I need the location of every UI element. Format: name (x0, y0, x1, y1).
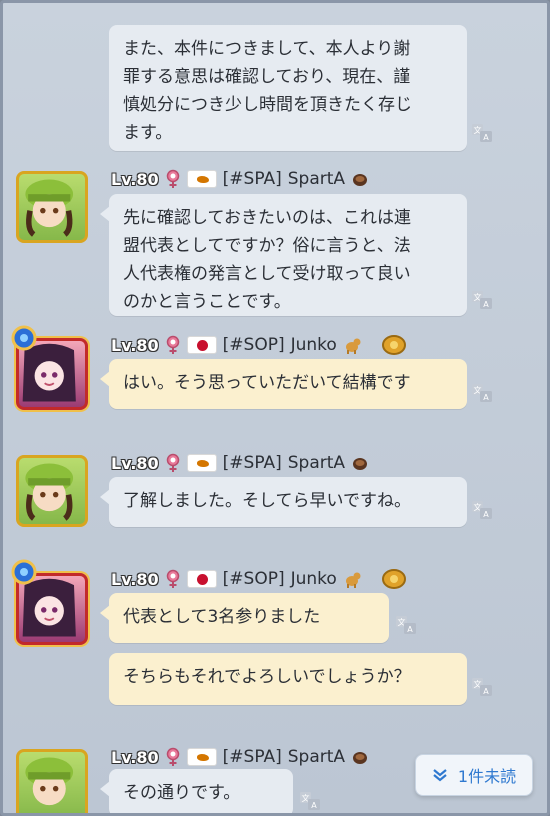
female-icon (165, 335, 181, 355)
avatar[interactable] (16, 455, 88, 527)
level-label: Lv.80 (111, 335, 159, 355)
svg-text:A: A (483, 300, 489, 309)
level-label: Lv.80 (111, 453, 159, 473)
player-name[interactable]: SpartA (288, 747, 345, 767)
message-line: 代表として3名参りました (123, 607, 321, 627)
message-header: Lv.80 [#SOP] Junko (111, 333, 407, 357)
player-name[interactable]: Junko (291, 569, 337, 589)
crest-badge-icon (381, 335, 406, 355)
message-bubble: 了解しました。そしてら早いですね。 (100, 477, 467, 527)
translate-icon[interactable]: 文A (471, 500, 493, 520)
message-line: 盟代表としてですか？俗に言うと、法 (123, 236, 411, 256)
female-icon (165, 169, 181, 189)
message-line: 先に確認しておきたいのは、これは連 (123, 208, 411, 228)
dog-icon (345, 338, 361, 354)
alliance-tag: [#SOP] (222, 569, 285, 589)
svg-text:A: A (483, 393, 489, 402)
message-header: Lv.80 [#SOP] Junko (111, 567, 407, 591)
flag-cyprus-icon (186, 748, 217, 766)
translate-icon[interactable]: 文A (395, 615, 417, 635)
level-label: Lv.80 (111, 169, 159, 189)
alliance-tag: [#SPA] (222, 169, 282, 189)
translate-icon[interactable]: 文A (471, 290, 493, 310)
translate-icon[interactable]: 文A (299, 791, 321, 811)
message-line: その通りです。 (123, 783, 241, 803)
message-line: そちらもそれでよろしいでしょうか？ (123, 667, 411, 687)
avatar-portrait-icon (25, 179, 74, 237)
svg-text:A: A (311, 801, 317, 810)
avatar-portrait-icon (25, 757, 74, 806)
player-name[interactable]: Junko (291, 335, 337, 355)
flag-japan-icon (186, 570, 217, 588)
coffee-icon (353, 752, 368, 764)
coffee-icon (353, 458, 368, 470)
unread-count-label: 1件未読 (457, 767, 517, 786)
crest-badge-icon (381, 569, 406, 589)
translate-icon[interactable]: 文A (471, 383, 493, 403)
coffee-icon (353, 174, 368, 186)
message-line: はい。そう思っていただいて結構です (123, 373, 411, 393)
female-icon (165, 747, 181, 767)
message-bubble: はい。そう思っていただいて結構です (100, 359, 467, 409)
avatar-portrait-icon (22, 578, 76, 637)
dog-icon (345, 572, 361, 588)
message-line: 慎処分につき少し時間を頂きたく存じ (123, 95, 412, 115)
player-name[interactable]: SpartA (288, 169, 345, 189)
level-label: Lv.80 (111, 747, 159, 767)
svg-text:A: A (483, 510, 489, 519)
translate-icon[interactable]: 文A (471, 677, 493, 697)
chat-panel: また、本件につきまして、本人より謝 罪する意思は確認しており、現在、謹 慎処分に… (0, 0, 550, 816)
message-header: Lv.80 [#SPA] SpartA (111, 167, 369, 191)
message-line: 罪する意思は確認しており、現在、謹 (123, 67, 411, 87)
flag-cyprus-icon (186, 454, 217, 472)
message-line: ます。 (123, 123, 173, 143)
avatar[interactable] (16, 749, 88, 813)
avatar-portrait-icon (25, 463, 74, 521)
flag-cyprus-icon (186, 170, 217, 188)
alliance-tag: [#SPA] (222, 747, 282, 767)
translate-icon[interactable]: 文A (471, 123, 493, 143)
crest-badge-icon (11, 325, 37, 351)
message-line: 人代表権の発言として受け取って良い (123, 264, 411, 284)
message-bubble: 先に確認しておきたいのは、これは連 盟代表としてですか？俗に言うと、法 人代表権… (100, 194, 467, 316)
alliance-tag: [#SOP] (222, 335, 285, 355)
message-line: また、本件につきまして、本人より謝 (123, 39, 411, 59)
unread-messages-button[interactable]: 1件未読 (415, 754, 533, 796)
avatar[interactable] (16, 171, 88, 243)
female-icon (165, 569, 181, 589)
alliance-tag: [#SPA] (222, 453, 282, 473)
message-bubble: その通りです。 (100, 769, 293, 813)
player-name[interactable]: SpartA (288, 453, 345, 473)
message-bubble: また、本件につきまして、本人より謝 罪する意思は確認しており、現在、謹 慎処分に… (109, 25, 467, 151)
svg-text:A: A (483, 687, 489, 696)
svg-text:A: A (483, 133, 489, 142)
svg-text:A: A (407, 625, 413, 634)
message-header: Lv.80 [#SPA] SpartA (111, 745, 369, 769)
message-line: 了解しました。そしてら早いですね。 (123, 491, 411, 511)
crest-badge-icon (11, 559, 37, 585)
flag-japan-icon (186, 336, 217, 354)
chevron-double-down-icon (433, 769, 447, 782)
message-bubble: 代表として3名参りました (100, 593, 389, 643)
female-icon (165, 453, 181, 473)
message-header: Lv.80 [#SPA] SpartA (111, 451, 369, 475)
level-label: Lv.80 (111, 569, 159, 589)
message-line: のかと言うことです。 (123, 292, 291, 312)
message-bubble: そちらもそれでよろしいでしょうか？ (109, 653, 467, 705)
